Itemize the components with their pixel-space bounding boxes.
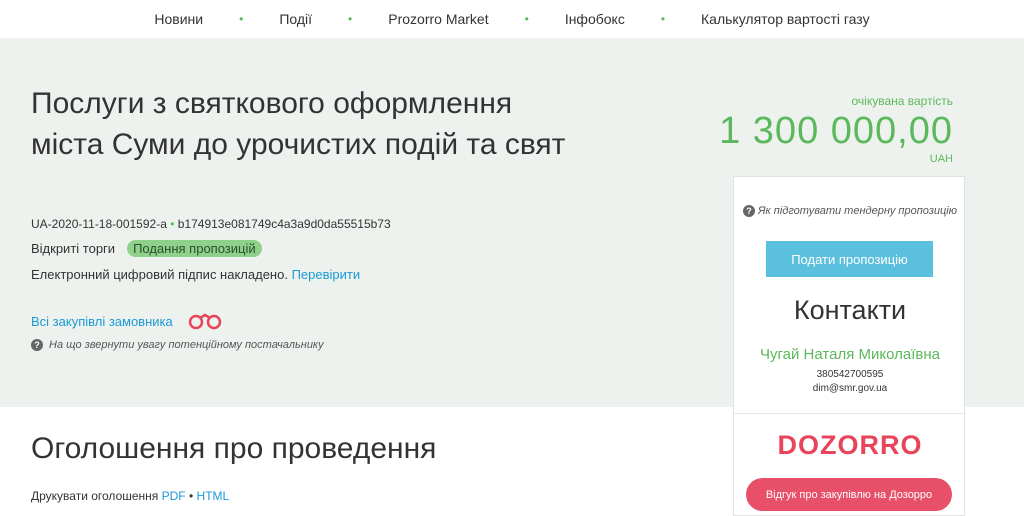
- question-icon: ?: [31, 339, 43, 351]
- how-to-prepare-link[interactable]: ? Як підготувати тендерну пропозицію: [734, 203, 966, 219]
- divider: [734, 413, 966, 414]
- expected-value: 1 300 000,00: [719, 110, 953, 152]
- all-purchases-link[interactable]: Всі закупівлі замовника: [31, 314, 173, 329]
- how-to-prepare-text: Як підготувати тендерну пропозицію: [758, 205, 957, 217]
- status-badge: Подання пропозицій: [127, 240, 262, 257]
- print-html-link[interactable]: HTML: [197, 489, 230, 503]
- submit-proposal-button[interactable]: Подати пропозицію: [766, 241, 933, 277]
- contact-name: Чугай Наталя Миколаївна: [760, 346, 940, 363]
- sidebar-panel: ? Як підготувати тендерну пропозицію Под…: [733, 176, 966, 516]
- contact-phone: 380542700595: [816, 369, 884, 380]
- dozorro-logo: DOZORRO: [777, 430, 923, 460]
- all-purchases-row: Всі закупівлі замовника: [31, 312, 223, 330]
- dozorro-review-button[interactable]: Відгук про закупівлю на Дозорро: [746, 478, 952, 511]
- tender-ids: UA-2020-11-18-001592-a • b174913e081749c…: [31, 217, 391, 231]
- supplier-hint-text: На що звернути увагу потенційному постач…: [49, 339, 324, 351]
- tender-hash: b174913e081749c4a3a9d0da55515b73: [177, 217, 391, 231]
- print-pdf-link[interactable]: PDF: [162, 489, 186, 503]
- top-navigation: Новини • Події • Prozorro Market • Інфоб…: [0, 0, 1024, 38]
- signature-text: Електронний цифровий підпис накладено.: [31, 267, 288, 282]
- announcement-heading: Оголошення про проведення: [31, 432, 437, 465]
- expected-currency: UAH: [929, 153, 953, 165]
- binoculars-icon[interactable]: [187, 312, 223, 330]
- print-label: Друкувати оголошення: [31, 489, 159, 503]
- nav-news[interactable]: Новини: [118, 11, 239, 27]
- print-separator: •: [188, 489, 194, 503]
- procedure-row: Відкриті торги Подання пропозицій: [31, 240, 262, 257]
- verify-signature-link[interactable]: Перевірити: [292, 267, 361, 282]
- tender-title: Послуги з святкового оформлення міста Су…: [31, 87, 566, 161]
- nav-infobox[interactable]: Інфобокс: [529, 11, 661, 27]
- procedure-type: Відкриті торги: [31, 241, 116, 256]
- nav-events[interactable]: Події: [243, 11, 348, 27]
- question-icon: ?: [742, 205, 755, 217]
- print-row: Друкувати оголошення PDF • HTML: [31, 489, 229, 503]
- contact-email: dim@smr.gov.ua: [812, 383, 888, 394]
- contacts-heading: Контакти: [793, 295, 907, 325]
- nav-prozorro-market[interactable]: Prozorro Market: [352, 11, 524, 27]
- nav-gas-calculator[interactable]: Калькулятор вартості газу: [665, 11, 906, 27]
- expected-value-label: очікувана вартість: [851, 94, 954, 108]
- id-separator: •: [170, 217, 175, 231]
- supplier-hint[interactable]: ? На що звернути увагу потенційному пост…: [31, 339, 324, 351]
- tender-id: UA-2020-11-18-001592-a: [31, 217, 167, 231]
- signature-row: Електронний цифровий підпис накладено. П…: [31, 267, 360, 282]
